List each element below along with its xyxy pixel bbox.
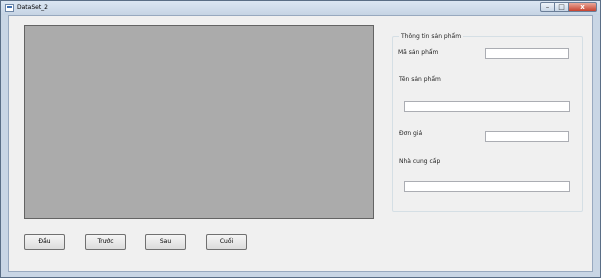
- previous-record-button[interactable]: Trước: [85, 234, 126, 250]
- first-record-button[interactable]: Đầu: [24, 234, 65, 250]
- next-record-button[interactable]: Sau: [145, 234, 186, 250]
- last-record-button[interactable]: Cuối: [206, 234, 247, 250]
- app-icon: [5, 4, 14, 12]
- app-window: DataSet_2 – □ x Thông tin sản phẩm Mã sả…: [0, 0, 601, 278]
- product-code-label: Mã sản phẩm: [398, 49, 439, 56]
- window-controls: – □ x: [540, 2, 597, 12]
- supplier-input[interactable]: [404, 181, 570, 192]
- unit-price-input[interactable]: [485, 131, 569, 142]
- close-button[interactable]: x: [569, 2, 597, 12]
- minimize-button[interactable]: –: [540, 2, 555, 12]
- window-title: DataSet_2: [17, 4, 48, 11]
- title-bar[interactable]: DataSet_2 – □ x: [1, 1, 600, 15]
- product-info-groupbox: Thông tin sản phẩm Mã sản phẩm Tên sản p…: [392, 32, 583, 212]
- product-name-label: Tên sản phẩm: [399, 76, 441, 83]
- form-client-area: Thông tin sản phẩm Mã sản phẩm Tên sản p…: [8, 15, 593, 272]
- supplier-label: Nhà cung cấp: [399, 158, 441, 165]
- product-code-input[interactable]: [485, 48, 569, 59]
- unit-price-label: Đơn giá: [399, 130, 423, 137]
- data-grid-view[interactable]: [24, 25, 374, 219]
- groupbox-title: Thông tin sản phẩm: [399, 32, 464, 41]
- maximize-button[interactable]: □: [555, 2, 569, 12]
- product-name-input[interactable]: [404, 101, 570, 112]
